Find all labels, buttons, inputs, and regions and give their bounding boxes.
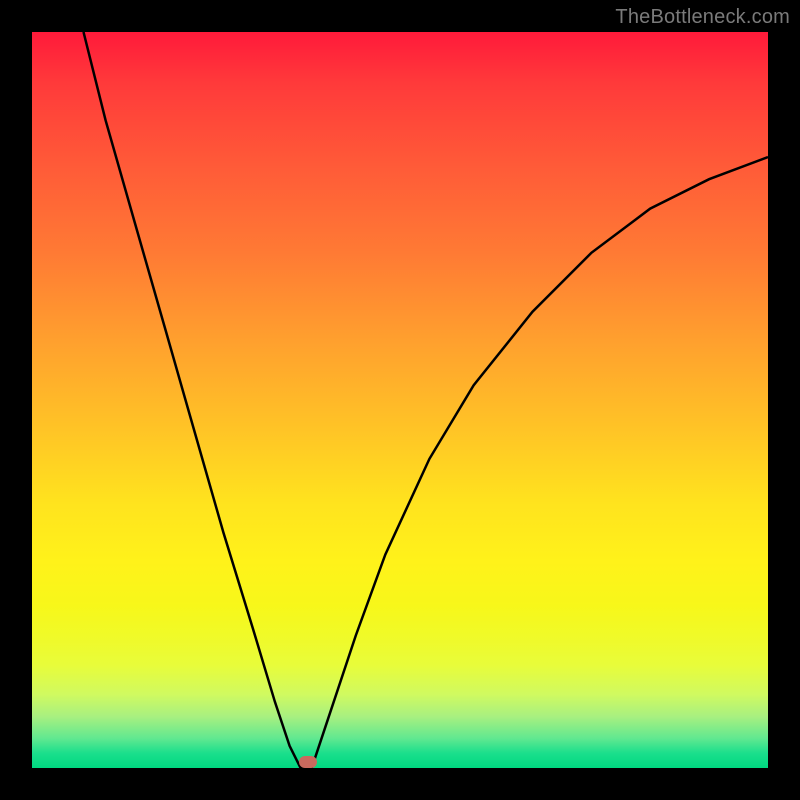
chart-frame: TheBottleneck.com (0, 0, 800, 800)
curve-svg (32, 32, 768, 768)
plot-area (32, 32, 768, 768)
curve-path (84, 32, 769, 768)
bottleneck-marker (299, 756, 317, 768)
watermark-text: TheBottleneck.com (615, 6, 790, 29)
